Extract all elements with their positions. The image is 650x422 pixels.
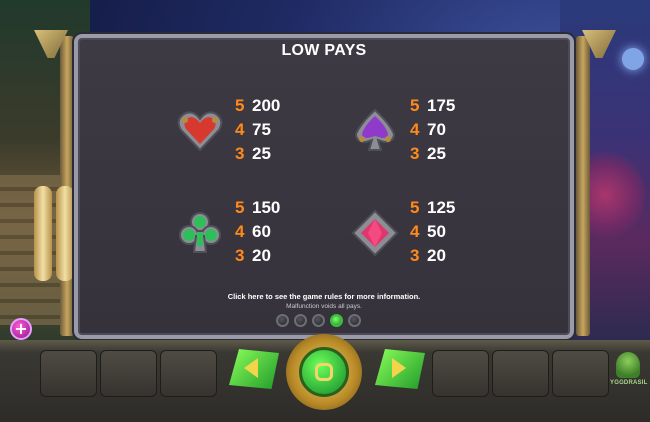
plus-button[interactable]: + bbox=[10, 318, 32, 340]
pay-row: 5 200 bbox=[235, 96, 281, 115]
page-dot-4[interactable] bbox=[330, 314, 343, 327]
pay-list: 5 175 4 70 3 25 bbox=[410, 94, 455, 166]
page-dot-1[interactable] bbox=[276, 314, 289, 327]
logo-text: YGGDRASIL bbox=[610, 380, 648, 386]
page-dot-2[interactable] bbox=[294, 314, 307, 327]
pay-group-spade: 5 175 4 70 3 25 bbox=[350, 94, 520, 184]
pay-row: 5 125 bbox=[410, 198, 456, 217]
pay-row: 3 25 bbox=[235, 144, 271, 163]
page-dot-3[interactable] bbox=[312, 314, 325, 327]
pay-row: 3 20 bbox=[410, 246, 446, 265]
spade-icon bbox=[354, 108, 396, 151]
yggdrasil-logo: YGGDRASIL bbox=[610, 352, 648, 397]
tree-icon bbox=[616, 352, 640, 378]
stone-block bbox=[160, 350, 217, 397]
stone-block bbox=[552, 350, 609, 397]
arrow-right-icon bbox=[392, 358, 406, 378]
frame-pillar-right bbox=[576, 36, 590, 336]
pay-row: 5 150 bbox=[235, 198, 281, 217]
page-dot-5[interactable] bbox=[348, 314, 361, 327]
pay-list: 5 200 4 75 3 25 bbox=[235, 94, 280, 166]
club-icon bbox=[179, 212, 221, 253]
stone-block bbox=[100, 350, 157, 397]
pay-row: 4 70 bbox=[410, 120, 446, 139]
paytable-title: LOW PAYS bbox=[281, 42, 367, 59]
game-rules-link[interactable]: Click here to see the game rules for mor… bbox=[74, 292, 574, 301]
malfunction-note: Malfunction voids all pays. bbox=[286, 303, 362, 310]
pay-group-club: 5 150 4 60 3 20 bbox=[175, 196, 345, 286]
heart-icon bbox=[177, 111, 223, 152]
pay-group-diamond: 5 125 4 50 3 20 bbox=[350, 196, 520, 286]
scroll-decoration bbox=[34, 186, 78, 281]
pay-row: 3 20 bbox=[235, 246, 271, 265]
pay-row: 4 50 bbox=[410, 222, 446, 241]
pay-group-heart: 5 200 4 75 3 25 bbox=[175, 94, 345, 184]
page-indicator bbox=[276, 314, 361, 327]
pay-row: 5 175 bbox=[410, 96, 456, 115]
diamond-icon bbox=[351, 209, 399, 257]
stone-block bbox=[40, 350, 97, 397]
stone-block bbox=[432, 350, 489, 397]
moon bbox=[622, 48, 644, 70]
return-icon bbox=[315, 363, 333, 381]
pay-list: 5 125 4 50 3 20 bbox=[410, 196, 455, 268]
stone-block bbox=[492, 350, 549, 397]
pay-row: 4 75 bbox=[235, 120, 271, 139]
pay-list: 5 150 4 60 3 20 bbox=[235, 196, 280, 268]
pay-row: 4 60 bbox=[235, 222, 271, 241]
pay-row: 3 25 bbox=[410, 144, 446, 163]
arrow-left-icon bbox=[244, 358, 258, 378]
